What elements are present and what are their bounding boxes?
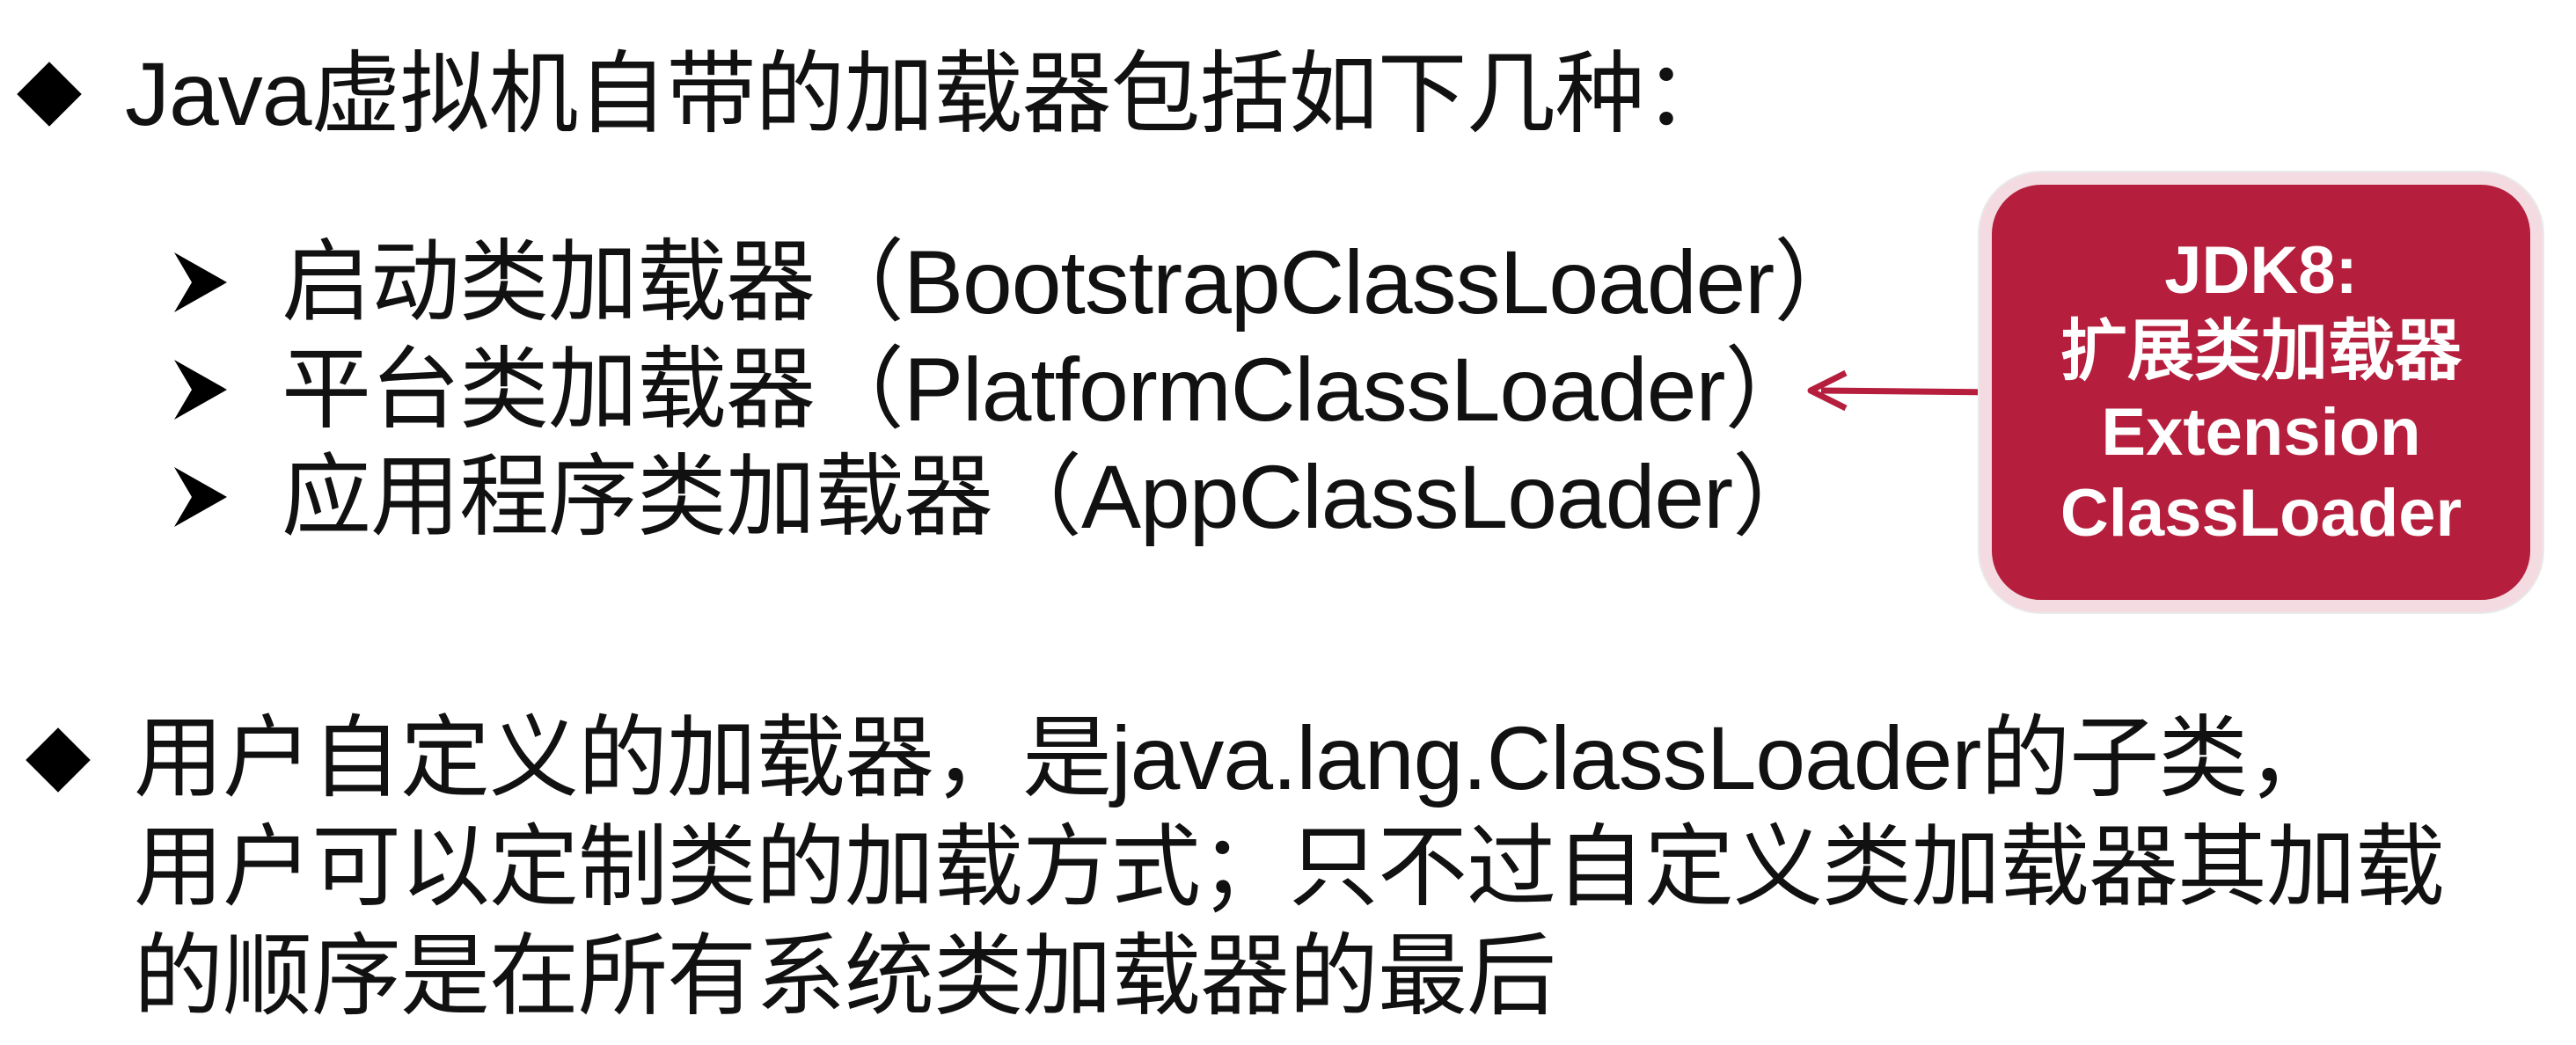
arrowhead-bullet-icon bbox=[174, 467, 227, 527]
section1-heading: Java虚拟机自带的加载器包括如下几种： bbox=[125, 44, 1733, 144]
callout-line: Extension bbox=[2101, 395, 2421, 470]
loader-label: 平台类加载器（PlatformClassLoader） bbox=[282, 340, 1814, 440]
loader-item-app: 应用程序类加载器（AppClassLoader） bbox=[172, 447, 1822, 547]
callout-line: ClassLoader bbox=[2060, 476, 2463, 551]
arrowhead-bullet-icon bbox=[174, 360, 227, 420]
callout-arrow-icon bbox=[1807, 369, 2000, 412]
arrowhead-bullet-icon bbox=[174, 252, 227, 312]
loader-item-platform: 平台类加载器（PlatformClassLoader） bbox=[172, 340, 1814, 440]
section1-bullet: Java虚拟机自带的加载器包括如下几种： bbox=[17, 44, 1733, 144]
callout-line: 扩展类加载器 bbox=[2060, 314, 2462, 389]
paragraph-line: 用户可以定制类的加载方式；只不过自定义类加载器其加载 bbox=[134, 817, 2445, 917]
slide: Java虚拟机自带的加载器包括如下几种： 启动类加载器（BootstrapCla… bbox=[0, 0, 2576, 1045]
diamond-bullet-icon bbox=[26, 727, 91, 793]
loader-item-bootstrap: 启动类加载器（BootstrapClassLoader） bbox=[172, 232, 1863, 332]
callout-line: JDK8: bbox=[2164, 233, 2358, 308]
loader-label: 启动类加载器（BootstrapClassLoader） bbox=[282, 232, 1863, 332]
jdk8-callout: JDK8: 扩展类加载器 Extension ClassLoader bbox=[1980, 172, 2543, 612]
diamond-bullet-icon bbox=[17, 62, 82, 127]
section2-paragraph: 用户自定义的加载器，是java.lang.ClassLoader的子类， 用户可… bbox=[134, 704, 2445, 1031]
paragraph-line: 的顺序是在所有系统类加载器的最后 bbox=[134, 926, 1556, 1027]
loader-label: 应用程序类加载器（AppClassLoader） bbox=[282, 447, 1822, 547]
paragraph-line: 用户自定义的加载器，是java.lang.ClassLoader的子类， bbox=[134, 708, 2337, 808]
